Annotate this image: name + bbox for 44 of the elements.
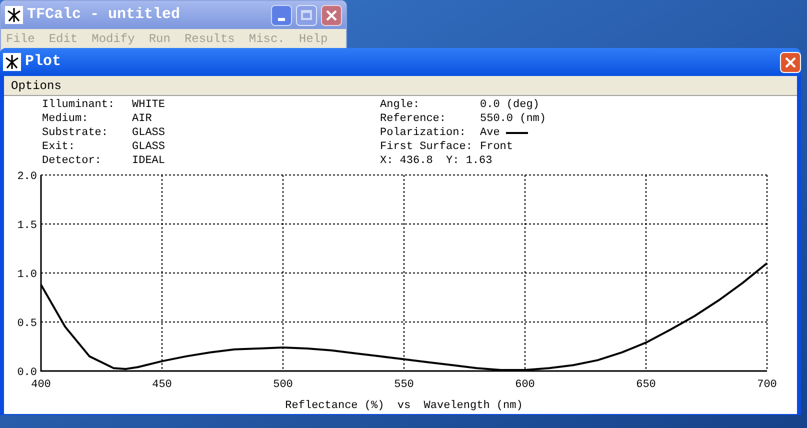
axis-tick-label: 550 [394,379,414,391]
app-icon [3,53,21,71]
info-value: AIR [132,112,152,126]
axis-tick-label: 0.5 [17,318,37,330]
info-value: IDEAL [132,154,166,168]
close-icon [785,56,796,68]
minimize-button[interactable] [271,4,292,26]
maximize-button[interactable] [296,4,317,26]
axis-tick-label: 650 [636,379,656,391]
info-label: Substrate: [42,126,110,140]
info-label: Detector: [42,154,102,168]
info-value: Ave [480,126,500,140]
axis-tick-label: 600 [515,379,535,391]
info-value: WHITE [132,98,166,112]
menu-item[interactable]: Options [11,76,62,94]
info-value: 550.0 (nm) [480,112,546,126]
info-label: Medium: [42,112,90,126]
axis-tick-label: 500 [273,379,293,391]
close-button[interactable] [780,52,801,72]
window-title: Plot [25,52,62,72]
app-icon [5,6,23,24]
axis-tick-label: 2.0 [17,171,37,183]
info-label: Exit: [42,140,76,154]
axis-tick-label: 1.0 [17,269,37,281]
info-label: Illuminant: [42,98,116,112]
info-value: GLASS [132,126,166,140]
close-button[interactable] [321,4,342,26]
axis-tick-label: 0.0 [17,367,37,379]
axis-tick-label: 450 [152,379,172,391]
info-value: Front [480,140,514,154]
info-label: First Surface: [380,140,474,154]
info-label: Angle: [380,98,421,112]
window-title: TFCalc - untitled [27,4,182,25]
info-label: Reference: [380,112,448,126]
legend-line-icon [506,132,528,134]
x-axis-title: Reflectance (%) vs Wavelength (nm) [285,400,523,412]
cursor-readout: X: 436.8 Y: 1.63 [380,154,492,168]
axis-tick-label: 1.5 [17,220,37,232]
info-label: Polarization: [380,126,467,140]
axis-tick-label: 700 [757,379,777,391]
close-icon [326,10,337,20]
info-value: GLASS [132,140,166,154]
axis-tick-label: 400 [31,379,51,391]
info-value: 0.0 (deg) [480,98,540,112]
